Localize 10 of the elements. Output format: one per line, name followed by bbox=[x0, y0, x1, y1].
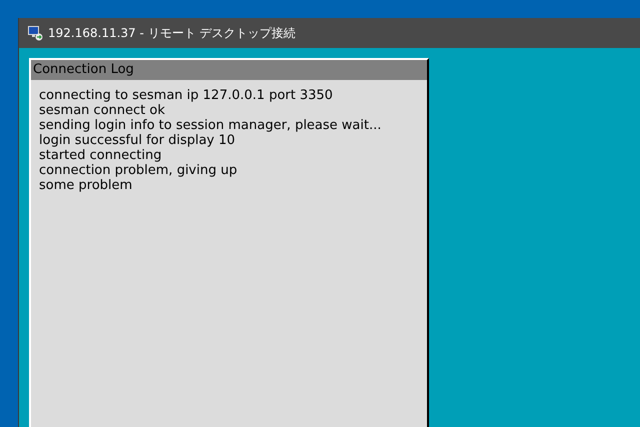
log-line: sending login info to session manager, please wait... bbox=[39, 118, 382, 133]
log-line: connecting to sesman ip 127.0.0.1 port 3350 bbox=[39, 88, 334, 103]
log-line: connection problem, giving up bbox=[39, 163, 238, 178]
window-title: 192.168.11.37 - リモート デスクトップ接続 bbox=[48, 25, 296, 42]
log-line: login successful for display 10 bbox=[39, 133, 236, 148]
monitor-icon bbox=[27, 25, 43, 41]
log-line: some problem bbox=[39, 178, 134, 193]
log-line: sesman connect ok bbox=[39, 103, 166, 118]
dialog-title: Connection Log bbox=[31, 60, 427, 80]
log-line: started connecting bbox=[39, 148, 163, 163]
